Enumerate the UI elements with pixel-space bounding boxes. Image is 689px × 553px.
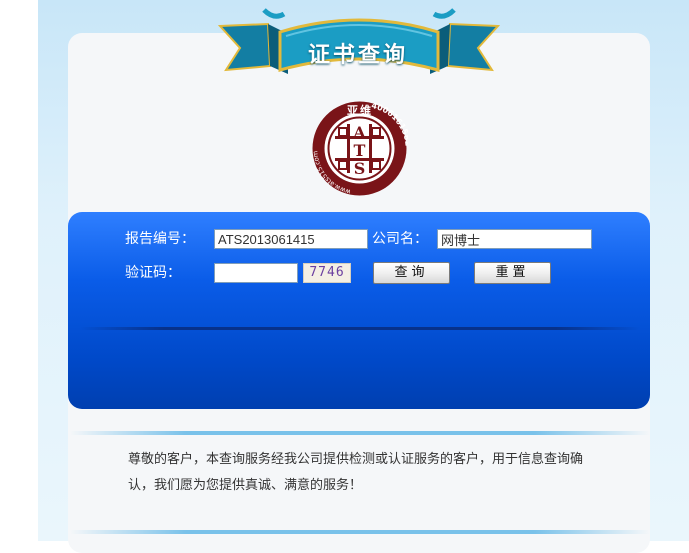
company-input[interactable]	[437, 229, 592, 249]
captcha-label: 验证码：	[125, 265, 181, 281]
svg-text:T: T	[354, 141, 366, 160]
company-label: 公司名：	[372, 231, 428, 247]
captcha-image[interactable]: 7746	[303, 263, 351, 283]
svg-text:S: S	[354, 159, 366, 178]
notice-bottom-divider	[70, 530, 650, 534]
reset-button[interactable]: 重置	[474, 262, 551, 284]
form-divider	[80, 327, 640, 330]
logo-top-text: 亚维	[347, 104, 373, 117]
page-title: 证书查询	[307, 43, 408, 68]
report-no-input[interactable]	[214, 229, 368, 249]
query-button[interactable]: 查询	[373, 262, 450, 284]
notice-top-divider	[70, 431, 650, 435]
notice-text: 尊敬的客户，本查询服务经我公司提供检测或认证服务的客户，用于信息查询确认，我们愿…	[128, 452, 584, 493]
captcha-input[interactable]	[214, 263, 298, 283]
report-no-label: 报告编号：	[125, 231, 195, 247]
svg-text:A: A	[352, 123, 366, 142]
